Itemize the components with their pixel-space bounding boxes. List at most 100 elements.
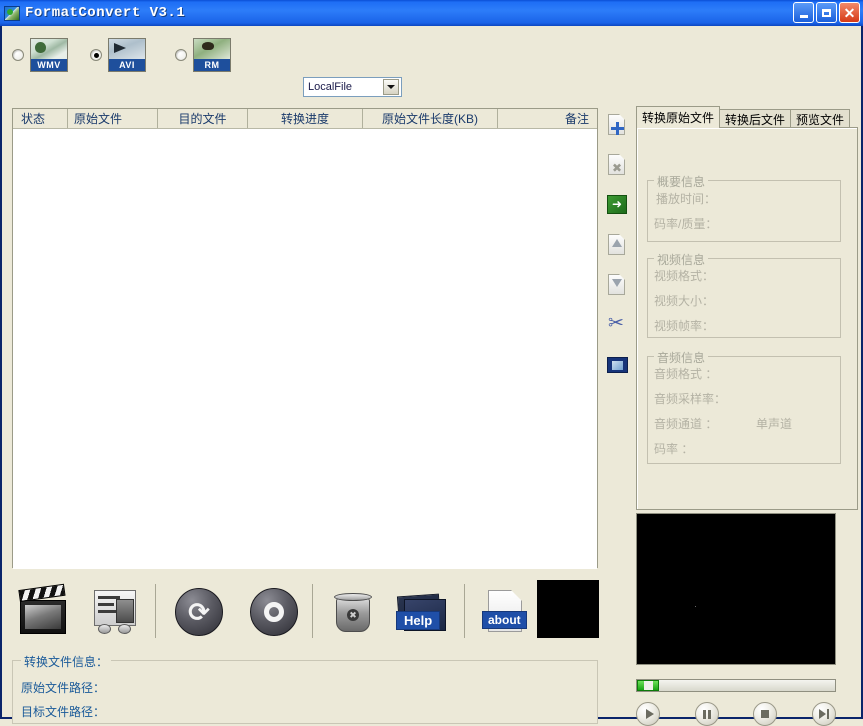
video-size-label: 视频大小： <box>654 294 715 308</box>
refresh-icon: ⟳ <box>175 588 223 636</box>
video-format-label: 视频格式： <box>654 269 715 283</box>
target-path-label: 目标文件路径： <box>21 705 106 719</box>
movie-clapper-button[interactable] <box>12 580 76 644</box>
seek-slider[interactable] <box>636 679 836 692</box>
minimize-button[interactable] <box>793 2 814 23</box>
audio-channel-value: 单声道 <box>756 417 793 431</box>
file-list-body[interactable] <box>13 129 597 569</box>
format-option-avi[interactable]: AVI <box>90 38 146 72</box>
clapper-icon <box>18 583 68 634</box>
close-icon: ✕ <box>843 4 856 21</box>
settings-button[interactable] <box>84 580 148 644</box>
help-button[interactable]: Help <box>392 580 456 644</box>
toolbar-divider-2 <box>312 584 313 638</box>
settings-icon <box>94 590 138 634</box>
column-progress[interactable]: 转换进度 <box>248 109 363 128</box>
column-status[interactable]: 状态 <box>13 109 68 128</box>
window-title: FormatConvert V3.1 <box>25 5 186 21</box>
help-book-icon: Help <box>394 589 454 635</box>
file-list[interactable]: 状态 原始文件 目的文件 转换进度 原始文件长度(KB) 备注 <box>12 108 598 569</box>
add-file-icon[interactable] <box>604 112 630 138</box>
wmv-label: WMV <box>31 59 67 71</box>
tab-preview-file[interactable]: 预览文件 <box>790 109 851 128</box>
preview-pixel <box>695 606 696 607</box>
close-button[interactable]: ✕ <box>839 2 860 23</box>
main-toolbar: ⟳ ✖ Help about <box>12 576 600 648</box>
source-path-label: 原始文件路径： <box>21 681 106 695</box>
rm-label: RM <box>194 59 230 71</box>
move-up-icon[interactable] <box>604 232 630 258</box>
title-bar: FormatConvert V3.1 ✕ <box>0 0 863 26</box>
next-button[interactable] <box>811 702 836 726</box>
video-preview[interactable] <box>636 513 836 665</box>
application-window: FormatConvert V3.1 ✕ WMV AVI RM LocalFil… <box>0 0 863 726</box>
remove-file-icon[interactable]: ✖ <box>604 152 630 178</box>
scissors-icon[interactable]: ✂ <box>604 312 630 338</box>
tab-converted-file[interactable]: 转换后文件 <box>719 109 792 128</box>
about-label: about <box>482 611 527 629</box>
tab-panel-source: 概要信息 播放时间： 码率/质量： 视频信息 视频格式： 视频大小： 视频帧率：… <box>636 127 858 510</box>
preview-thumb[interactable] <box>537 580 599 638</box>
format-option-wmv[interactable]: WMV <box>12 38 68 72</box>
play-icon <box>645 709 654 719</box>
audio-rate-label: 音频采样率： <box>654 392 727 406</box>
format-option-rm[interactable]: RM <box>175 38 231 72</box>
avi-icon[interactable]: AVI <box>108 38 146 72</box>
record-button[interactable] <box>242 580 306 644</box>
summary-caption: 概要信息 <box>654 173 709 190</box>
audio-format-label: 音频格式 ： <box>654 367 718 381</box>
stop-button[interactable] <box>753 702 778 726</box>
file-tools: ✖ ✂ <box>604 112 632 392</box>
column-target-file[interactable]: 目的文件 <box>158 109 248 128</box>
convert-info-caption: 转换文件信息： <box>21 653 112 670</box>
audio-group: 音频信息 音频格式 ： 音频采样率： 音频通道 ： 单声道 码率 ： <box>647 349 841 464</box>
stop-icon <box>761 710 770 718</box>
move-down-icon[interactable] <box>604 272 630 298</box>
summary-group: 概要信息 播放时间： 码率/质量： <box>647 173 841 242</box>
pause-icon <box>702 709 711 719</box>
video-fps-label: 视频帧率： <box>654 319 715 333</box>
record-icon <box>250 588 298 636</box>
rm-icon[interactable]: RM <box>193 38 231 72</box>
info-tabs: 转换原始文件 转换后文件 预览文件 概要信息 播放时间： 码率/质量： 视频信息… <box>636 106 858 510</box>
convert-file-info: 转换文件信息： 原始文件路径： 目标文件路径： <box>12 653 598 724</box>
source-select[interactable]: LocalFile <box>303 77 402 97</box>
radio-avi[interactable] <box>90 49 102 61</box>
about-button[interactable]: about <box>474 580 538 644</box>
film-icon[interactable] <box>604 352 630 378</box>
avi-label: AVI <box>109 59 145 71</box>
tab-source-file[interactable]: 转换原始文件 <box>636 106 721 128</box>
column-source-file[interactable]: 原始文件 <box>68 109 158 128</box>
next-frame-icon <box>818 709 829 719</box>
file-list-header: 状态 原始文件 目的文件 转换进度 原始文件长度(KB) 备注 <box>13 109 597 129</box>
app-icon <box>4 5 20 21</box>
about-doc-icon: about <box>482 588 530 636</box>
playback-time-label: 播放时间： <box>656 192 717 206</box>
clear-button[interactable]: ✖ <box>322 580 386 644</box>
export-icon[interactable] <box>604 192 630 218</box>
radio-rm[interactable] <box>175 49 187 61</box>
seek-thumb[interactable] <box>637 680 659 691</box>
tab-strip: 转换原始文件 转换后文件 预览文件 <box>636 106 858 128</box>
convert-button[interactable]: ⟳ <box>167 580 231 644</box>
minimize-icon <box>799 14 808 18</box>
client-area: WMV AVI RM LocalFile 状态 原始文件 目的文件 转换进度 原… <box>2 26 861 726</box>
audio-bitrate-label: 码率 ： <box>654 442 694 456</box>
maximize-icon <box>822 8 831 17</box>
toolbar-divider <box>155 584 156 638</box>
maximize-button[interactable] <box>816 2 837 23</box>
pause-button[interactable] <box>694 702 719 726</box>
column-size[interactable]: 原始文件长度(KB) <box>363 109 498 128</box>
wmv-icon[interactable]: WMV <box>30 38 68 72</box>
window-controls: ✕ <box>793 2 860 23</box>
toolbar-divider-3 <box>464 584 465 638</box>
radio-wmv[interactable] <box>12 49 24 61</box>
video-caption: 视频信息 <box>654 251 709 268</box>
chevron-down-icon[interactable] <box>383 79 399 95</box>
playback-controls <box>636 702 836 726</box>
play-button[interactable] <box>636 702 660 726</box>
video-group: 视频信息 视频格式： 视频大小： 视频帧率： <box>647 251 841 338</box>
trash-icon: ✖ <box>334 590 374 634</box>
bitrate-quality-label: 码率/质量： <box>654 217 718 231</box>
column-remark[interactable]: 备注 <box>498 109 597 128</box>
